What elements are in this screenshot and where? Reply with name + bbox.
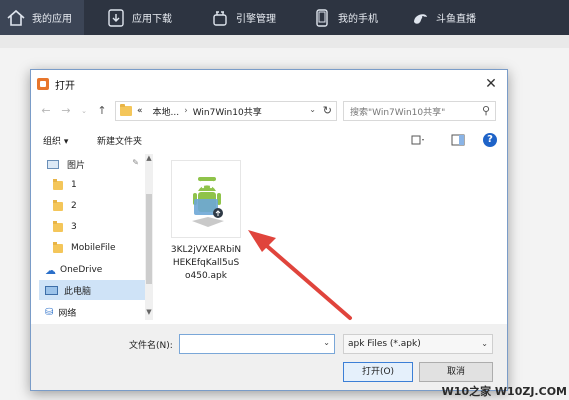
watermark: W10之家 W10ZJ.COM	[441, 385, 567, 398]
annotation-arrow	[248, 230, 352, 320]
